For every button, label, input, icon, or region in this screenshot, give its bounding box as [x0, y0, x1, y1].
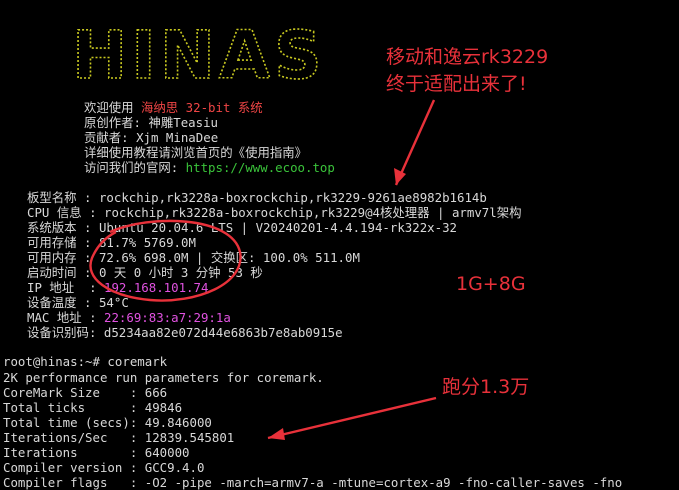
board-arrow-head	[394, 168, 406, 185]
storage-memory-circle	[89, 219, 242, 302]
title-annotation-line1: 移动和逸云rk3229	[386, 46, 549, 68]
score-annotation: 跑分1.3万	[442, 376, 530, 398]
title-annotation-line2: 终于适配出来了!	[386, 73, 527, 95]
memory-annotation: 1G+8G	[456, 273, 526, 295]
score-arrow	[267, 396, 437, 440]
terminal-window[interactable]: HINAS 欢迎使用 海纳思 32-bit 系统 原创作者: 神雕Teasiu …	[0, 0, 679, 490]
annotation-overlay	[89, 99, 437, 440]
score-arrow-head	[268, 428, 285, 440]
